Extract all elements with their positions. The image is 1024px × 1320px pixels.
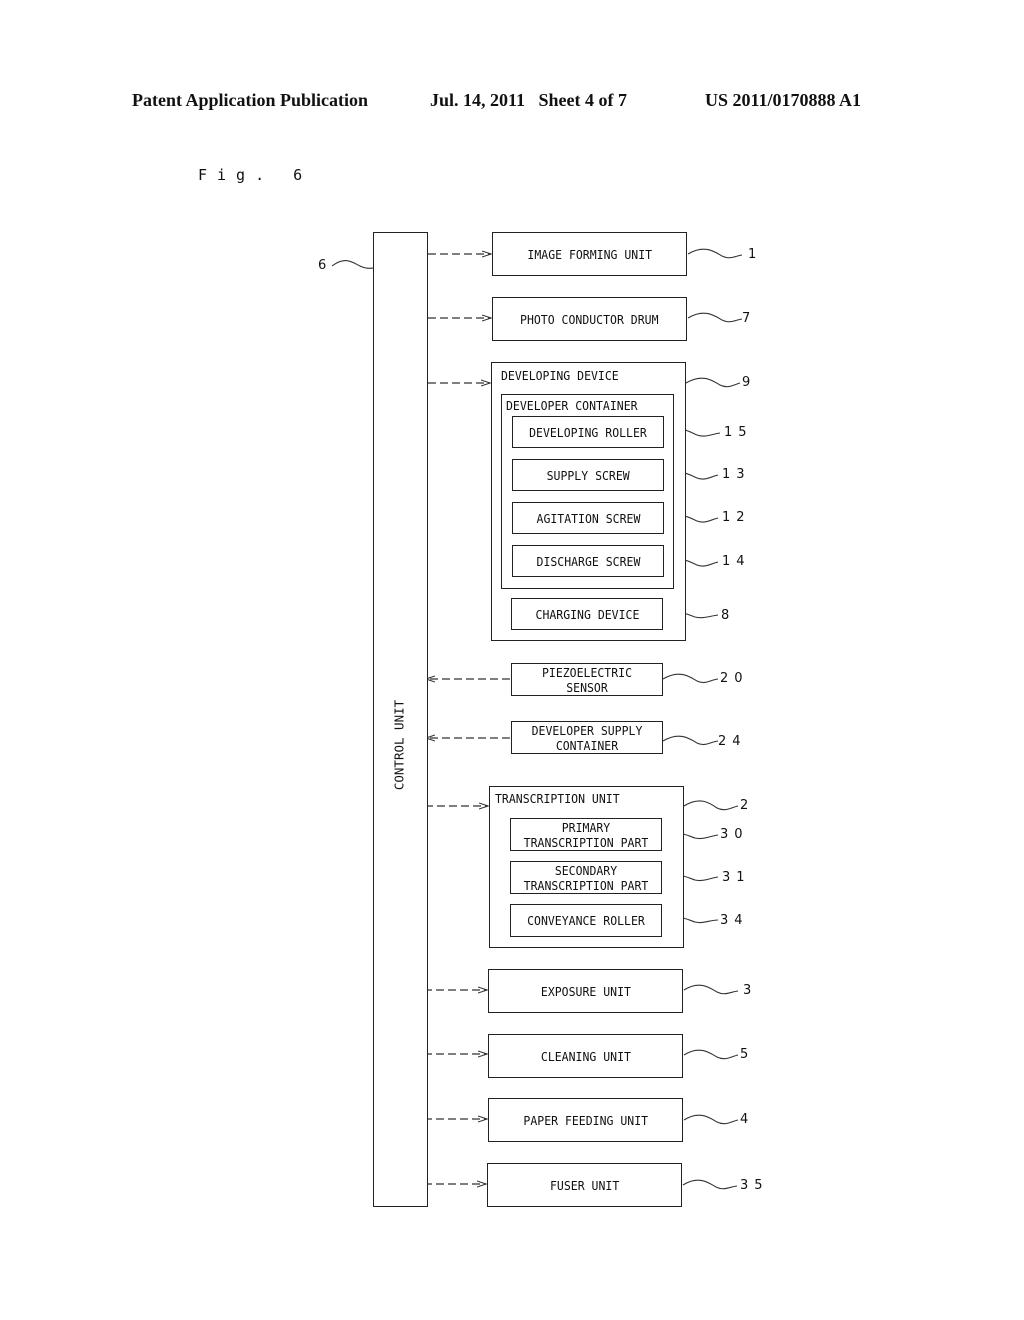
cleaning-unit-label: CLEANING UNIT [540,1048,631,1064]
leader-9 [685,377,741,388]
piezoelectric-sensor-label-line2: SENSOR [566,680,608,695]
secondary-transcription-part-label-line2: TRANSCRIPTION PART [523,878,649,893]
transcription-unit-label: TRANSCRIPTION UNIT [495,791,620,806]
publication-date-sheet: Jul. 14, 2011 Sheet 4 of 7 [430,90,628,110]
agitation-screw-block[interactable]: AGITATION SCREW [512,502,664,534]
primary-transcription-part-label-line1: PRIMARY [561,820,611,835]
leader-2 [683,800,739,811]
fuser-unit-label: FUSER UNIT [549,1177,620,1193]
primary-transcription-part-label-line2: TRANSCRIPTION PART [523,835,649,850]
exposure-unit-label: EXPOSURE UNIT [540,983,631,999]
piezoelectric-sensor-label-line1: PIEZOELECTRIC [541,665,633,680]
leader-24 [662,735,719,746]
ref-cleaning-unit: 5 [740,1047,755,1062]
discharge-screw-label: DISCHARGE SCREW [536,553,640,569]
leader-5 [683,1049,739,1060]
paper-feeding-unit-label: PAPER FEEDING UNIT [523,1112,648,1128]
agitation-screw-label: AGITATION SCREW [536,510,640,526]
piezoelectric-sensor-block[interactable]: PIEZOELECTRIC SENSOR [511,663,663,696]
leader-1 [687,248,743,259]
ref-paper-feeding-unit: 4 [740,1112,755,1127]
supply-screw-label: SUPPLY SCREW [546,467,630,483]
ref-developing-device: 9 [742,375,757,390]
secondary-transcription-part-label-line1: SECONDARY [554,863,618,878]
ref-secondary-transcription-part: 31 [722,870,751,885]
image-forming-unit-label: IMAGE FORMING UNIT [527,246,652,262]
primary-transcription-part-block[interactable]: PRIMARY TRANSCRIPTION PART [510,818,662,851]
developer-supply-container-block[interactable]: DEVELOPER SUPPLY CONTAINER [511,721,663,754]
leader-7 [687,312,743,323]
ref-agitation-screw: 12 [722,510,751,525]
paper-feeding-unit-block[interactable]: PAPER FEEDING UNIT [488,1098,683,1142]
publication-type: Patent Application Publication [132,90,369,110]
ref-developing-roller: 15 [724,425,753,440]
figure-label: Fig. 6 [198,166,313,184]
exposure-unit-block[interactable]: EXPOSURE UNIT [488,969,683,1013]
ref-image-forming-unit: 1 [748,247,763,262]
ref-discharge-screw: 14 [722,554,751,569]
leader-20 [662,673,719,684]
developer-container-label: DEVELOPER CONTAINER [506,398,638,413]
publication-number: US 2011/0170888 A1 [705,90,862,110]
conveyance-roller-label: CONVEYANCE ROLLER [527,913,645,928]
leader-3 [683,984,739,995]
charging-device-block[interactable]: CHARGING DEVICE [511,598,663,630]
leader-35 [682,1179,738,1190]
ref-piezoelectric-sensor: 20 [720,671,749,686]
ref-control-unit: 6 [318,258,333,273]
cleaning-unit-block[interactable]: CLEANING UNIT [488,1034,683,1078]
ref-charging-device: 8 [721,608,736,623]
control-unit-label: CONTROL UNIT [391,699,407,791]
charging-device-label: CHARGING DEVICE [535,606,639,622]
ref-developer-supply-container: 24 [718,734,747,749]
developer-supply-container-label-line2: CONTAINER [555,738,619,753]
fuser-unit-block[interactable]: FUSER UNIT [487,1163,682,1207]
image-forming-unit-block[interactable]: IMAGE FORMING UNIT [492,232,687,276]
ref-transcription-unit: 2 [740,798,755,813]
leader-4 [683,1114,739,1125]
developer-supply-container-label-line1: DEVELOPER SUPPLY [531,723,643,738]
photo-conductor-drum-block[interactable]: PHOTO CONDUCTOR DRUM [492,297,687,341]
photo-conductor-drum-label: PHOTO CONDUCTOR DRUM [520,311,659,327]
ref-exposure-unit: 3 [743,983,758,998]
ref-fuser-unit: 35 [740,1178,769,1193]
secondary-transcription-part-block[interactable]: SECONDARY TRANSCRIPTION PART [510,861,662,894]
conveyance-roller-block[interactable]: CONVEYANCE ROLLER [510,904,662,937]
supply-screw-block[interactable]: SUPPLY SCREW [512,459,664,491]
ref-photo-conductor-drum: 7 [742,311,757,326]
developing-device-label: DEVELOPING DEVICE [501,368,619,383]
developing-roller-block[interactable]: DEVELOPING ROLLER [512,416,664,448]
ref-conveyance-roller: 34 [720,913,749,928]
ref-supply-screw: 13 [722,467,751,482]
developing-roller-label: DEVELOPING ROLLER [529,424,647,440]
ref-primary-transcription-part: 30 [720,827,749,842]
discharge-screw-block[interactable]: DISCHARGE SCREW [512,545,664,577]
